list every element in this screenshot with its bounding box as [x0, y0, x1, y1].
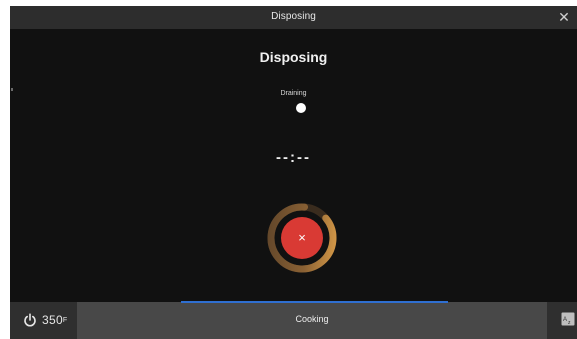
power-icon — [24, 313, 36, 327]
language-icon[interactable]: A z — [561, 312, 575, 326]
power-button[interactable]: 350 F — [23, 312, 67, 328]
cancel-button[interactable]: × — [281, 217, 323, 259]
step-label: Draining — [280, 90, 307, 97]
progress-ring: × — [266, 202, 338, 274]
page-title: Disposing — [259, 49, 328, 65]
temperature-unit: F — [62, 316, 68, 324]
cooking-mode-button[interactable]: Cooking — [77, 314, 547, 324]
step-indicator-dot — [296, 103, 306, 113]
progress-indicator — [181, 301, 448, 303]
close-icon[interactable]: ✕ — [557, 9, 571, 25]
power-temperature: 350 — [42, 313, 63, 327]
window-title: Disposing — [271, 11, 316, 22]
svg-text:A: A — [563, 317, 567, 323]
app-screen: Disposing ✕ Disposing Draining --:-- × 3… — [10, 6, 577, 339]
timer-display: --:-- — [276, 149, 311, 166]
bottom-bar: 350 F Cooking A z — [10, 302, 577, 339]
title-bar: Disposing ✕ — [10, 6, 577, 29]
